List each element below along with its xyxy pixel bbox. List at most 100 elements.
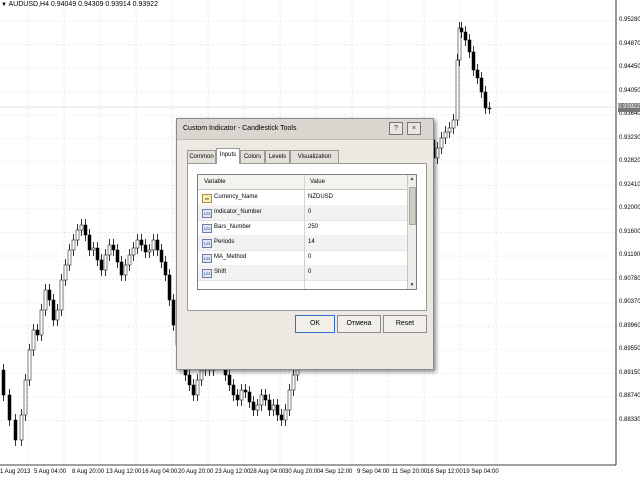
candle-body — [83, 224, 88, 236]
integer-type-icon: 123 — [202, 209, 212, 218]
candle-body — [287, 389, 292, 411]
input-variable-name: Bars_Number — [214, 224, 252, 230]
candle-body — [39, 309, 44, 336]
close-icon[interactable]: × — [407, 122, 421, 135]
integer-type-icon: 123 — [202, 224, 212, 233]
reset-button[interactable]: Reset — [383, 315, 427, 333]
time-tick-label: 1 Aug 2013 — [0, 469, 31, 475]
candle-body — [235, 394, 240, 401]
candle-body — [187, 374, 192, 386]
candle-body — [259, 394, 264, 406]
input-variable-name: Currency_Name — [214, 194, 258, 200]
candle-body — [147, 249, 152, 253]
help-icon[interactable]: ? — [389, 122, 403, 135]
cancel-button[interactable]: Отмена — [337, 315, 381, 333]
scroll-up-icon[interactable]: ▲ — [408, 175, 416, 183]
scroll-thumb[interactable] — [409, 187, 416, 225]
candle-body — [483, 91, 488, 109]
candle-body — [71, 239, 76, 251]
grid-scrollbar[interactable]: ▲ ▼ — [407, 175, 416, 289]
candle-body — [487, 107, 492, 110]
time-tick-label: 23 Aug 12:00 — [215, 469, 251, 475]
candle-body — [115, 249, 120, 263]
input-row[interactable]: 123 Periods 14 — [198, 235, 408, 251]
candle-body — [27, 349, 32, 381]
price-tick-label: 0.94050 — [619, 87, 640, 94]
input-row[interactable]: 123 MA_Method 0 — [198, 250, 408, 266]
candle-body — [75, 229, 80, 241]
input-value[interactable]: 250 — [308, 224, 318, 230]
inputs-grid: Variable Value ab Currency_Name NZDUSD 123 I… — [197, 174, 417, 290]
custom-indicator-dialog: Custom Indicator - Candlestick Tools ? ×… — [176, 118, 434, 370]
candle-body — [267, 399, 272, 411]
candle-body — [67, 249, 72, 266]
price-tick-label: 0.94870 — [619, 40, 640, 47]
dialog-title: Custom Indicator - Candlestick Tools — [183, 125, 297, 132]
input-row[interactable]: ab Currency_Name NZDUSD — [198, 190, 408, 206]
time-tick-label: 11 Sep 20:00 — [392, 469, 428, 475]
input-value[interactable]: 0 — [308, 209, 311, 215]
candle-body — [79, 224, 84, 231]
candle-body — [47, 289, 52, 301]
price-tick-label: 0.92410 — [619, 181, 640, 188]
candle-body — [463, 31, 468, 41]
tab-common[interactable]: Common — [187, 150, 216, 163]
candle-body — [59, 279, 64, 311]
tab-colors[interactable]: Colors — [240, 150, 265, 163]
current-price-badge: 0.93922 — [618, 103, 640, 112]
time-tick-label: 20 Aug 20:00 — [178, 469, 214, 475]
input-value[interactable]: NZDUSD — [308, 194, 333, 200]
ok-button[interactable]: OK — [295, 315, 335, 333]
candle-body — [107, 244, 112, 256]
candle-body — [111, 244, 116, 251]
candle-body — [51, 299, 56, 321]
price-tick-label: 0.88330 — [619, 416, 640, 423]
integer-type-icon: 123 — [202, 239, 212, 248]
tab-inputs[interactable]: Inputs — [216, 148, 240, 164]
dialog-titlebar[interactable]: Custom Indicator - Candlestick Tools ? × — [177, 119, 433, 140]
price-tick-label: 0.92000 — [619, 205, 640, 211]
candle-body — [23, 379, 28, 416]
price-tick-label: 0.90780 — [619, 275, 640, 282]
tab-levels[interactable]: Levels — [265, 150, 290, 163]
candle-body — [479, 77, 484, 93]
column-value: Value — [310, 179, 325, 185]
candle-body — [275, 404, 280, 416]
candle-body — [435, 147, 440, 159]
symbol-triangle-icon: ▼ — [1, 2, 7, 8]
candle-body — [263, 394, 268, 401]
candle-body — [199, 369, 204, 381]
candle-body — [443, 131, 448, 139]
candle-body — [171, 299, 176, 326]
time-tick-label: 4 Sep 12:00 — [320, 469, 353, 475]
grid-header: Variable Value — [198, 175, 408, 190]
candle-body — [127, 254, 132, 266]
candle-body — [7, 394, 12, 421]
inputs-panel: Variable Value ab Currency_Name NZDUSD 123 I… — [187, 163, 427, 311]
candle-body — [231, 384, 236, 396]
input-value[interactable]: 14 — [308, 239, 315, 245]
candle-body — [471, 51, 476, 71]
price-tick-label: 0.89550 — [619, 346, 640, 352]
price-tick-label: 0.89150 — [619, 369, 640, 376]
input-row[interactable]: 123 Indicator_Number 0 — [198, 205, 408, 221]
integer-type-icon: 123 — [202, 254, 212, 263]
tab-visualization[interactable]: Visualization — [290, 150, 339, 163]
candle-body — [195, 379, 200, 396]
input-row[interactable]: 123 Bars_Number 250 — [198, 220, 408, 236]
candle-body — [63, 264, 68, 281]
time-tick-label: 5 Aug 04:00 — [34, 469, 67, 475]
column-divider — [304, 175, 305, 289]
price-tick-label: 0.93230 — [619, 134, 640, 141]
input-value[interactable]: 0 — [308, 269, 311, 275]
integer-type-icon: 123 — [202, 269, 212, 278]
candle-body — [243, 389, 248, 393]
price-tick-label: 0.90370 — [619, 299, 640, 305]
candle-body — [91, 247, 96, 251]
scroll-down-icon[interactable]: ▼ — [408, 281, 416, 289]
input-value[interactable]: 0 — [308, 254, 311, 260]
input-row[interactable]: 123 Shift 0 — [198, 265, 408, 281]
string-type-icon: ab — [202, 194, 212, 203]
candle-body — [227, 374, 232, 386]
candle-body — [451, 119, 456, 129]
